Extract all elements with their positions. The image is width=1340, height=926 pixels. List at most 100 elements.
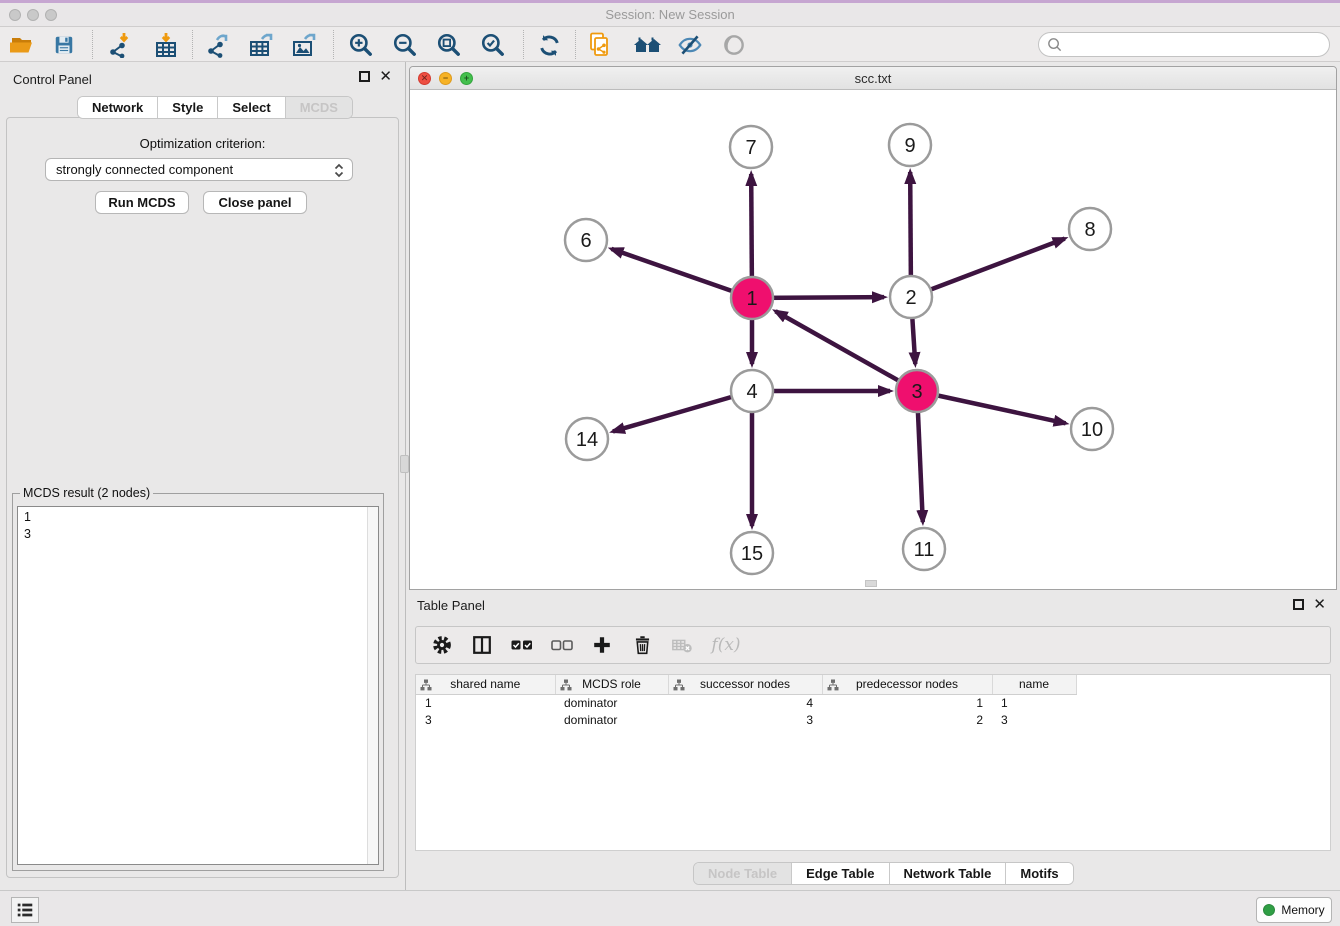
dropdown-chevrons-icon bbox=[333, 162, 345, 179]
zoom-selected-button[interactable] bbox=[477, 29, 509, 61]
run-mcds-button[interactable]: Run MCDS bbox=[95, 191, 189, 214]
export-image-button[interactable] bbox=[288, 29, 320, 61]
column-header-shared-name[interactable]: shared name bbox=[416, 675, 555, 694]
edge-1-6[interactable] bbox=[611, 249, 752, 298]
show-hidden-button[interactable] bbox=[718, 29, 750, 61]
table-cell[interactable]: dominator bbox=[555, 711, 668, 728]
save-icon bbox=[53, 34, 75, 56]
table-cell[interactable]: 4 bbox=[668, 694, 822, 711]
column-header-predecessor-nodes[interactable]: predecessor nodes bbox=[822, 675, 992, 694]
task-history-button[interactable] bbox=[11, 897, 39, 923]
node-3[interactable]: 3 bbox=[896, 370, 938, 412]
network-view-window: ✕ − + scc.txt 1 2 3 4 6 7 8 9 10 11 14 15 bbox=[409, 66, 1337, 590]
export-network-button[interactable] bbox=[202, 29, 234, 61]
network-canvas[interactable]: 1 2 3 4 6 7 8 9 10 11 14 15 bbox=[410, 90, 1336, 589]
edge-2-8[interactable] bbox=[911, 239, 1065, 297]
table-cell[interactable]: 2 bbox=[822, 711, 992, 728]
node-10[interactable]: 10 bbox=[1071, 408, 1113, 450]
search-field[interactable] bbox=[1038, 32, 1330, 57]
float-panel-icon[interactable] bbox=[359, 71, 370, 82]
node-2[interactable]: 2 bbox=[890, 276, 932, 318]
open-file-button[interactable] bbox=[6, 29, 38, 61]
search-input[interactable] bbox=[1067, 38, 1329, 52]
tab-style[interactable]: Style bbox=[158, 97, 218, 118]
tab-select[interactable]: Select bbox=[218, 97, 285, 118]
node-6[interactable]: 6 bbox=[565, 219, 607, 261]
search-icon bbox=[1046, 36, 1063, 53]
criterion-dropdown[interactable]: strongly connected component bbox=[45, 158, 353, 181]
table-close-icon[interactable]: ✕ bbox=[1313, 599, 1326, 610]
node-7[interactable]: 7 bbox=[730, 126, 772, 168]
svg-text:11: 11 bbox=[914, 539, 935, 561]
svg-text:2: 2 bbox=[905, 287, 916, 309]
import-network-button[interactable] bbox=[104, 29, 136, 61]
refresh-layout-button[interactable] bbox=[533, 29, 565, 61]
table-row[interactable]: 1dominator411 bbox=[416, 694, 1076, 711]
table-cell[interactable]: 1 bbox=[822, 694, 992, 711]
window-title: Session: New Session bbox=[0, 7, 1340, 22]
delete-table-icon bbox=[670, 634, 694, 656]
table-row[interactable]: 3dominator323 bbox=[416, 711, 1076, 728]
table-settings-button[interactable] bbox=[429, 633, 455, 657]
tab-motifs[interactable]: Motifs bbox=[1006, 863, 1072, 884]
node-1[interactable]: 1 bbox=[731, 277, 773, 319]
close-panel-icon[interactable]: ✕ bbox=[379, 71, 392, 82]
home-icon bbox=[633, 33, 663, 57]
plus-icon bbox=[591, 634, 613, 656]
network-window-titlebar[interactable]: ✕ − + scc.txt bbox=[410, 67, 1336, 90]
memory-button[interactable]: Memory bbox=[1256, 897, 1332, 923]
eye-slash-icon bbox=[677, 32, 703, 58]
delete-column-button[interactable] bbox=[629, 633, 655, 657]
toggle-columns-button[interactable] bbox=[469, 633, 495, 657]
save-session-button[interactable] bbox=[48, 29, 80, 61]
node-15[interactable]: 15 bbox=[731, 532, 773, 574]
tab-network-table[interactable]: Network Table bbox=[890, 863, 1007, 884]
node-4[interactable]: 4 bbox=[731, 370, 773, 412]
export-table-icon bbox=[248, 32, 275, 58]
table-cell[interactable]: 3 bbox=[992, 711, 1076, 728]
network-resize-handle[interactable] bbox=[865, 580, 877, 587]
import-network-icon bbox=[107, 32, 133, 58]
table-cell[interactable]: 1 bbox=[416, 694, 555, 711]
home-button[interactable] bbox=[632, 29, 664, 61]
tab-node-table[interactable]: Node Table bbox=[694, 863, 792, 884]
result-scrollbar[interactable] bbox=[367, 507, 378, 864]
hide-selected-button[interactable] bbox=[674, 29, 706, 61]
node-14[interactable]: 14 bbox=[566, 418, 608, 460]
zoom-in-button[interactable] bbox=[345, 29, 377, 61]
node-8[interactable]: 8 bbox=[1069, 208, 1111, 250]
hierarchy-icon bbox=[673, 679, 685, 691]
zoom-out-button[interactable] bbox=[389, 29, 421, 61]
node-table: shared name MCDS role successor nodes bbox=[415, 674, 1331, 851]
close-panel-button[interactable]: Close panel bbox=[203, 191, 307, 214]
svg-text:1: 1 bbox=[746, 288, 757, 310]
import-table-button[interactable] bbox=[150, 29, 182, 61]
table-cell[interactable]: 1 bbox=[992, 694, 1076, 711]
tab-edge-table[interactable]: Edge Table bbox=[792, 863, 889, 884]
column-header-mcds-role[interactable]: MCDS role bbox=[555, 675, 668, 694]
table-float-icon[interactable] bbox=[1293, 599, 1304, 610]
mcds-result-textarea[interactable]: 1 3 bbox=[17, 506, 379, 865]
select-all-button[interactable] bbox=[509, 633, 535, 657]
node-9[interactable]: 9 bbox=[889, 124, 931, 166]
export-image-icon bbox=[291, 32, 318, 58]
tab-network[interactable]: Network bbox=[78, 97, 158, 118]
table-cell[interactable]: 3 bbox=[668, 711, 822, 728]
tab-mcds[interactable]: MCDS bbox=[286, 97, 352, 118]
edge-3-1[interactable] bbox=[776, 311, 917, 391]
split-divider-handle[interactable] bbox=[400, 455, 409, 473]
checkboxes-empty-icon bbox=[550, 633, 574, 657]
export-table-button[interactable] bbox=[245, 29, 277, 61]
column-header-name[interactable]: name bbox=[992, 675, 1076, 694]
column-header-successor-nodes[interactable]: successor nodes bbox=[668, 675, 822, 694]
main-toolbar bbox=[0, 27, 1340, 62]
copy-network-button[interactable] bbox=[584, 29, 616, 61]
zoom-fit-button[interactable] bbox=[433, 29, 465, 61]
svg-text:8: 8 bbox=[1084, 219, 1095, 241]
deselect-all-button[interactable] bbox=[549, 633, 575, 657]
table-cell[interactable]: dominator bbox=[555, 694, 668, 711]
node-11[interactable]: 11 bbox=[903, 528, 945, 570]
edge-3-10[interactable] bbox=[917, 391, 1066, 423]
add-column-button[interactable] bbox=[589, 633, 615, 657]
table-cell[interactable]: 3 bbox=[416, 711, 555, 728]
